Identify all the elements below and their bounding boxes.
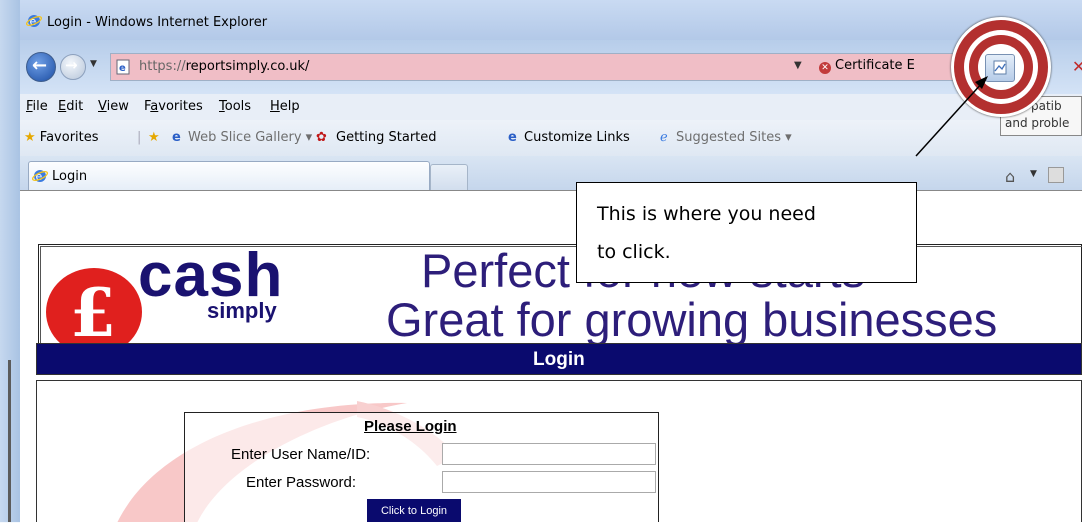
callout-arrow — [915, 76, 988, 157]
callout-line-2: to click. — [597, 241, 671, 263]
callout-line-1: This is where you need — [597, 203, 816, 225]
instruction-callout: This is where you need to click. — [576, 182, 917, 283]
